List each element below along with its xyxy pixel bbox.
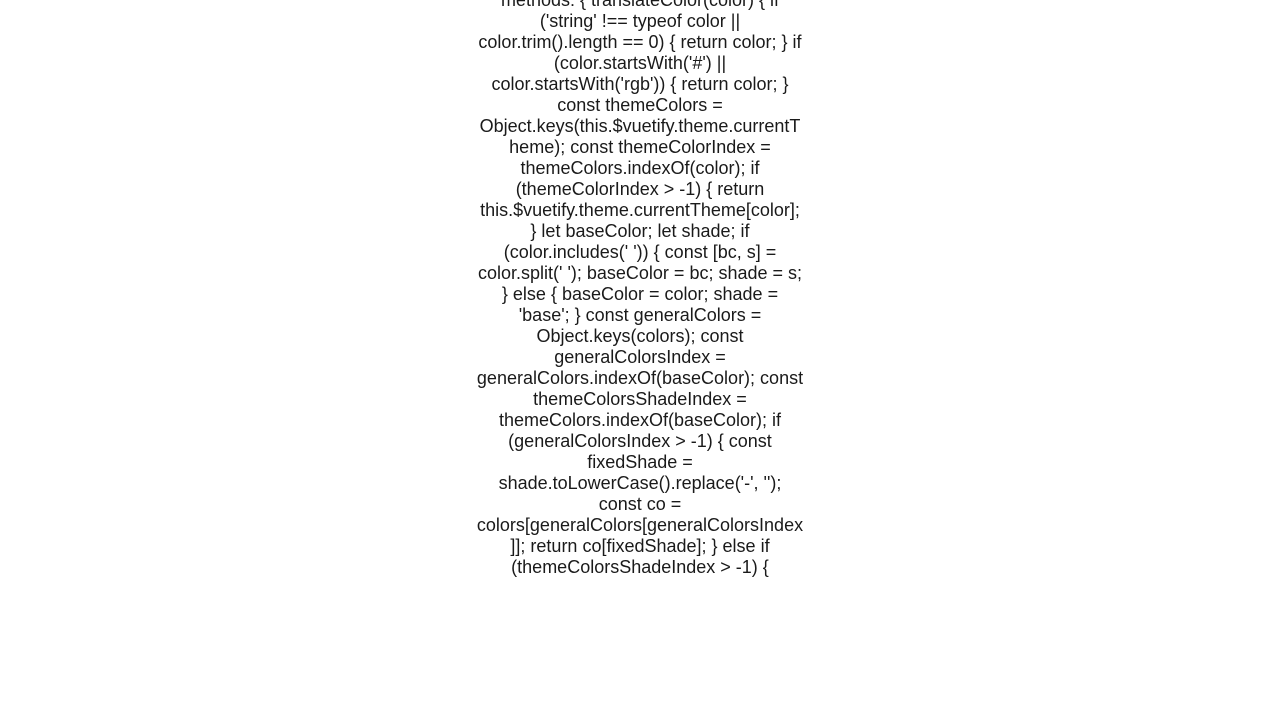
- code-snippet-text: methods: { translateColor(color) { if ('…: [475, 0, 805, 578]
